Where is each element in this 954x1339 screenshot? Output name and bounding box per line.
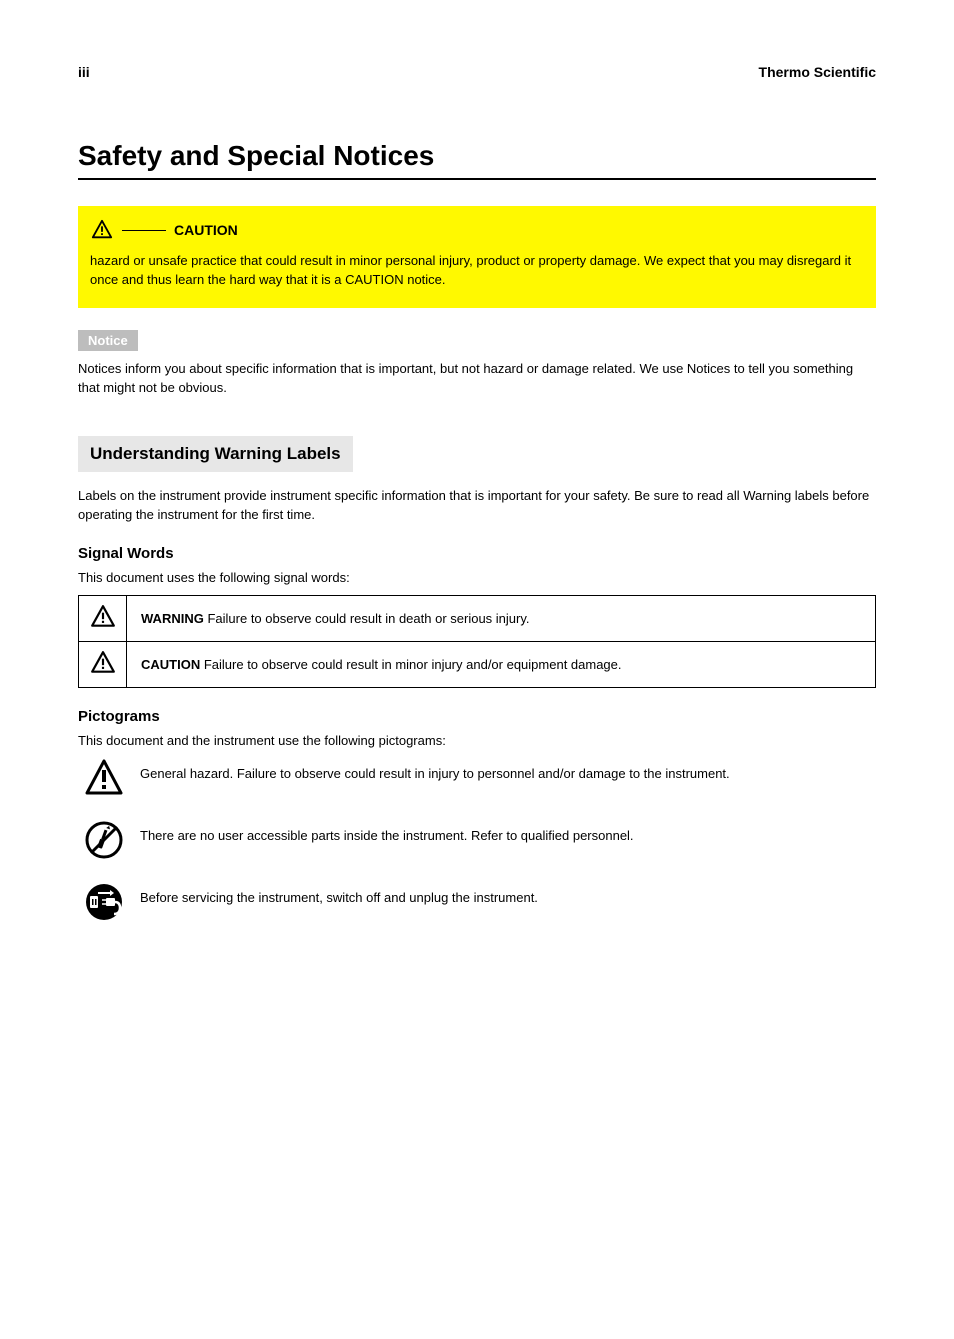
caution-body-text: hazard or unsafe practice that could res… xyxy=(90,252,858,290)
labels-intro-text: Labels on the instrument provide instrum… xyxy=(78,486,876,525)
pictograms-list: General hazard. Failure to observe could… xyxy=(78,758,876,922)
warning-triangle-icon xyxy=(79,641,127,687)
warning-triangle-icon xyxy=(79,595,127,641)
signal-words-table: WARNING Failure to observe could result … xyxy=(78,595,876,688)
signal-words-heading: Signal Words xyxy=(78,545,876,562)
pictograms-intro: This document and the instrument use the… xyxy=(78,733,876,748)
list-item: Before servicing the instrument, switch … xyxy=(78,882,876,922)
caution-block: CAUTION hazard or unsafe practice that c… xyxy=(78,206,876,308)
signal-word-label: CAUTION xyxy=(141,657,200,672)
signal-word-desc: Failure to observe could result in death… xyxy=(207,611,529,626)
pictograms-heading: Pictograms xyxy=(78,708,876,725)
warning-triangle-icon xyxy=(78,758,140,798)
pictogram-desc: General hazard. Failure to observe could… xyxy=(140,758,876,784)
pictogram-desc: There are no user accessible parts insid… xyxy=(140,820,876,846)
signal-word-cell: CAUTION Failure to observe could result … xyxy=(127,641,876,687)
pictogram-desc: Before servicing the instrument, switch … xyxy=(140,882,876,908)
warning-triangle-icon xyxy=(90,218,114,242)
notice-body-text: Notices inform you about specific inform… xyxy=(78,359,876,398)
list-item: There are no user accessible parts insid… xyxy=(78,820,876,860)
page-title: Safety and Special Notices xyxy=(78,140,876,172)
caution-head: CAUTION xyxy=(90,218,858,242)
labels-heading: Understanding Warning Labels xyxy=(78,436,353,472)
notice-badge: Notice xyxy=(78,330,138,351)
brand-label: Thermo Scientific xyxy=(759,64,876,80)
caution-head-rule xyxy=(122,230,166,231)
signal-word-label: WARNING xyxy=(141,611,204,626)
no-service-icon xyxy=(78,820,140,860)
notice-block: Notice Notices inform you about specific… xyxy=(78,330,876,398)
caution-head-label: CAUTION xyxy=(174,222,238,238)
signal-word-desc: Failure to observe could result in minor… xyxy=(204,657,622,672)
signal-word-cell: WARNING Failure to observe could result … xyxy=(127,595,876,641)
list-item: General hazard. Failure to observe could… xyxy=(78,758,876,798)
table-row: WARNING Failure to observe could result … xyxy=(79,595,876,641)
title-rule xyxy=(78,178,876,180)
page-number: iii xyxy=(78,64,90,80)
table-row: CAUTION Failure to observe could result … xyxy=(79,641,876,687)
signal-words-intro: This document uses the following signal … xyxy=(78,570,876,585)
unplug-icon xyxy=(78,882,140,922)
